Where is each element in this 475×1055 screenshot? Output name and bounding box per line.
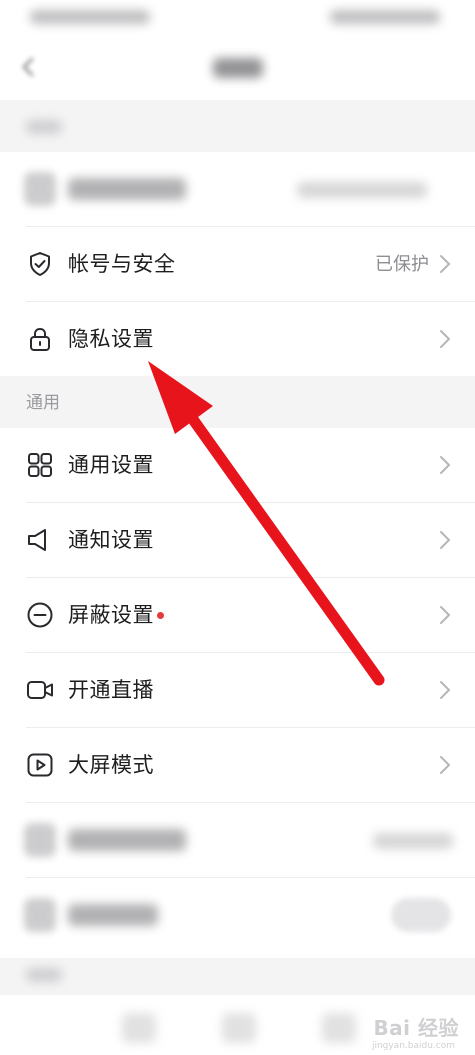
blurred-row-label xyxy=(68,178,186,200)
blurred-row-top[interactable] xyxy=(0,152,475,226)
play-square-icon xyxy=(27,753,53,777)
general-settings-row[interactable]: 通用设置 xyxy=(0,428,475,502)
bottom-nav-item-blurred[interactable] xyxy=(322,1013,356,1043)
watermark-logo: Bai 经验 xyxy=(373,1016,459,1040)
section-header-general: 通用 xyxy=(0,376,475,428)
block-settings-label: 屏蔽设置 xyxy=(68,603,154,627)
blurred-row-icon xyxy=(24,823,56,857)
large-screen-mode-row[interactable]: 大屏模式 xyxy=(0,728,475,802)
account-security-label: 帐号与安全 xyxy=(68,252,176,276)
privacy-settings-label: 隐私设置 xyxy=(68,327,154,351)
blurred-toggle[interactable] xyxy=(391,898,451,932)
bottom-nav: Bai 经验 jingyan.baidu.com xyxy=(0,995,475,1055)
chevron-right-icon xyxy=(440,456,451,474)
large-screen-mode-label: 大屏模式 xyxy=(68,753,154,777)
chevron-right-icon xyxy=(440,681,451,699)
new-indicator-dot xyxy=(157,612,164,619)
page-title-blurred xyxy=(213,58,263,78)
blurred-row-icon xyxy=(24,172,56,206)
blurred-row-icon xyxy=(24,898,56,932)
status-bar-left-blur xyxy=(30,10,150,24)
block-settings-row[interactable]: 屏蔽设置 xyxy=(0,578,475,652)
blurred-row-1[interactable] xyxy=(0,803,475,877)
section-label-blurred xyxy=(26,968,62,982)
blurred-row-label xyxy=(68,904,158,926)
shield-check-icon xyxy=(30,252,50,276)
general-settings-label: 通用设置 xyxy=(68,453,154,477)
chevron-right-icon xyxy=(440,330,451,348)
section-header-bottom xyxy=(0,958,475,995)
chevron-right-icon xyxy=(440,756,451,774)
live-stream-row[interactable]: 开通直播 xyxy=(0,653,475,727)
chevron-right-icon xyxy=(440,255,451,273)
account-security-row[interactable]: 帐号与安全 已保护 xyxy=(0,227,475,301)
notification-settings-row[interactable]: 通知设置 xyxy=(0,503,475,577)
notification-settings-label: 通知设置 xyxy=(68,528,154,552)
lock-icon xyxy=(30,327,50,351)
privacy-settings-row[interactable]: 隐私设置 xyxy=(0,302,475,376)
video-camera-icon xyxy=(27,681,53,699)
back-arrow-icon[interactable] xyxy=(18,56,40,78)
section-label-general: 通用 xyxy=(26,393,60,413)
blurred-row-value xyxy=(373,833,453,849)
general-card: 通用设置 通知设置 屏蔽设置 开通直播 大屏模式 xyxy=(0,428,475,958)
live-stream-label: 开通直播 xyxy=(68,678,154,702)
chevron-right-icon xyxy=(440,531,451,549)
blurred-row-value xyxy=(297,182,427,198)
account-security-status: 已保护 xyxy=(375,254,429,275)
section-header-account xyxy=(0,100,475,152)
watermark-url: jingyan.baidu.com xyxy=(371,1041,455,1051)
speaker-icon xyxy=(28,529,46,551)
chevron-right-icon xyxy=(440,606,451,624)
settings-screen: 帐号与安全 已保护 隐私设置 通用 通用设置 通知设置 屏蔽设置 开通直播 大屏… xyxy=(0,0,475,1055)
status-bar-right-blur xyxy=(330,10,440,24)
status-bar xyxy=(0,0,475,36)
header xyxy=(0,36,475,100)
minus-circle-icon xyxy=(27,602,53,628)
blurred-row-2[interactable] xyxy=(0,878,475,952)
account-card: 帐号与安全 已保护 隐私设置 xyxy=(0,152,475,376)
section-label-blurred xyxy=(26,120,62,134)
bottom-nav-item-blurred[interactable] xyxy=(122,1013,156,1043)
grid-icon xyxy=(28,453,52,477)
blurred-row-label xyxy=(68,829,186,851)
bottom-nav-item-blurred[interactable] xyxy=(222,1013,256,1043)
